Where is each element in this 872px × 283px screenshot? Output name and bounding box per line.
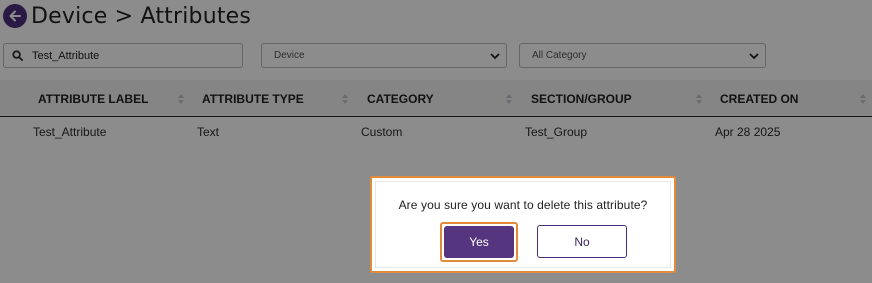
yes-button-focus-ring: Yes [440,222,518,262]
attributes-page: Device > Attributes Device All Category … [0,0,872,283]
dialog-message: Are you sure you want to delete this att… [398,198,648,212]
confirm-delete-dialog: Are you sure you want to delete this att… [375,181,671,268]
confirm-dialog-focus-frame: Are you sure you want to delete this att… [370,176,676,273]
yes-button[interactable]: Yes [444,226,514,258]
no-button[interactable]: No [537,225,627,258]
